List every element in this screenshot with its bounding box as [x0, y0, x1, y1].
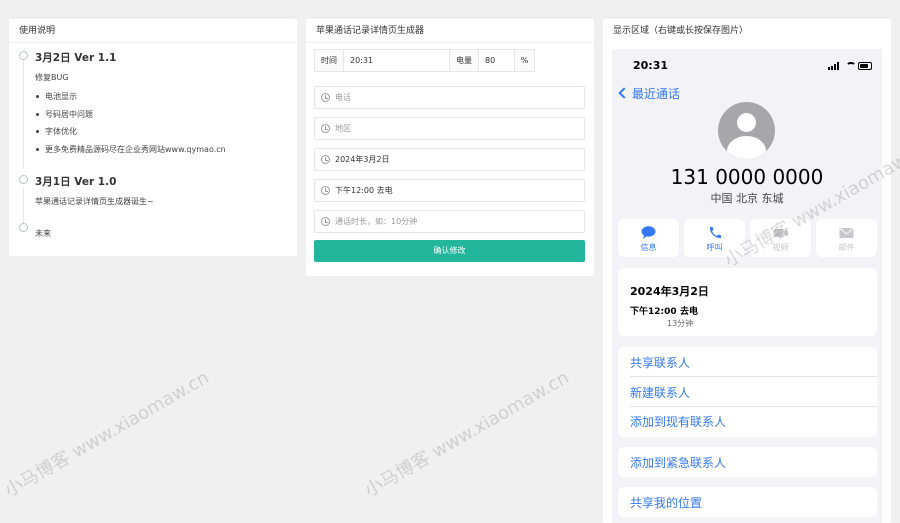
back-label: 最近通话 [632, 87, 681, 101]
timeline-note: 苹果通话记录详情页生成器诞生~ [35, 197, 154, 206]
phone-input[interactable]: 电话 [314, 86, 585, 109]
back-button[interactable]: 最近通话 [618, 86, 681, 102]
call-direction: 去电 [680, 307, 699, 317]
call-duration: 13分钟 [667, 319, 694, 328]
preview-panel-title: 显示区域（右键或长按保存图片） [613, 26, 749, 36]
share-contact-link[interactable]: 共享联系人 [630, 354, 690, 371]
call-time: 下午12:00 [630, 307, 677, 317]
divider [630, 376, 877, 377]
phone-placeholder: 电话 [335, 93, 351, 102]
clock-icon [321, 186, 330, 195]
list-item: 号码居中问题 [35, 106, 287, 124]
generator-panel-title: 苹果通话记录详情页生成器 [306, 19, 594, 43]
signal-bar [831, 66, 833, 70]
new-contact-link[interactable]: 新建联系人 [630, 384, 690, 401]
call-date: 2024年3月2日 [630, 285, 709, 298]
preview-panel: 显示区域（右键或长按保存图片） 20:31 最近通话 131 0000 0000… [603, 19, 891, 523]
share-location-link[interactable]: 共享我的位置 [630, 494, 702, 511]
emergency-card: 添加到紧急联系人 [618, 447, 877, 477]
clock-icon [321, 93, 330, 102]
list-item: 字体优化 [35, 123, 287, 141]
call-button[interactable]: 呼叫 [684, 219, 745, 257]
confirm-button[interactable]: 确认修改 [314, 240, 585, 262]
message-button[interactable]: 信息 [618, 219, 679, 257]
message-icon [641, 226, 656, 239]
status-icons [828, 62, 874, 70]
timeline-entry-2: 3月1日 Ver 1.0 苹果通话记录详情页生成器诞生~ [9, 167, 297, 207]
battery-fill [860, 64, 868, 68]
battery-icon [858, 62, 872, 70]
timeline-note: 修复BUG [35, 73, 69, 82]
changelog-list: 电池显示 号码居中问题 字体优化 更多免费精品源码尽在企业秀网站www.qyma… [35, 88, 287, 158]
add-emergency-contact-link[interactable]: 添加到紧急联系人 [630, 454, 726, 471]
watermark: 小马博客 www.xiaomaw.cn [1, 367, 213, 502]
battery-input[interactable]: 80 [478, 49, 515, 72]
battery-unit: % [514, 49, 535, 72]
date-input[interactable]: 2024年3月2日 [314, 148, 585, 171]
avatar-head [737, 113, 756, 132]
action-buttons: 信息 呼叫 视频 邮件 [618, 219, 877, 259]
usage-panel-title: 使用说明 [9, 19, 297, 43]
timeline-dot [19, 223, 28, 232]
avatar-body [727, 136, 766, 159]
clock-icon [321, 155, 330, 164]
timeline-entry-1: 3月2日 Ver 1.1 修复BUG 电池显示 号码居中问题 字体优化 更多免费… [9, 43, 297, 158]
signal-icon [828, 67, 830, 70]
phone-number: 131 0000 0000 [670, 165, 824, 189]
contact-actions-card: 共享联系人 新建联系人 添加到现有联系人 [618, 347, 877, 437]
video-icon [773, 229, 788, 237]
location-card: 共享我的位置 [618, 487, 877, 517]
timeline-note: 未来 [35, 229, 51, 238]
region-input[interactable]: 地区 [314, 117, 585, 140]
clock-icon [321, 217, 330, 226]
duration-input[interactable]: 通话时长，如：10分钟 [314, 210, 585, 233]
video-button[interactable]: 视频 [750, 219, 811, 257]
timeline-heading: 3月1日 Ver 1.0 [35, 176, 117, 188]
divider [630, 406, 877, 407]
video-label: 视频 [772, 243, 789, 252]
watermark: 小马博客 www.xiaomaw.cn [361, 367, 573, 502]
call-label: 呼叫 [706, 243, 723, 252]
time-input[interactable]: 20:31 [343, 49, 450, 72]
timeline-heading: 3月2日 Ver 1.1 [35, 52, 117, 64]
wifi-icon [846, 62, 856, 70]
clock-icon [321, 124, 330, 133]
call-time-value: 下午12:00 去电 [335, 186, 393, 195]
avatar [718, 102, 775, 159]
list-item: 电池显示 [35, 88, 287, 106]
chevron-left-icon [618, 87, 630, 99]
signal-bar [837, 62, 839, 70]
message-label: 信息 [640, 243, 657, 252]
list-item: 更多免费精品源码尽在企业秀网站www.qymao.cn [35, 141, 287, 159]
battery-label: 电量 [449, 49, 479, 72]
signal-bar [834, 64, 836, 70]
call-time-input[interactable]: 下午12:00 去电 [314, 179, 585, 202]
usage-panel: 使用说明 3月2日 Ver 1.1 修复BUG 电池显示 号码居中问题 字体优化… [9, 19, 297, 256]
generator-panel: 苹果通话记录详情页生成器 时间 20:31 电量 80 % 电话 地区 2024… [306, 19, 594, 276]
add-existing-contact-link[interactable]: 添加到现有联系人 [630, 413, 726, 430]
mail-button[interactable]: 邮件 [816, 219, 877, 257]
mail-label: 邮件 [838, 243, 855, 252]
timeline-entry-3: 未来 [9, 217, 297, 243]
call-detail-card: 2024年3月2日 下午12:00 去电 13分钟 [618, 268, 877, 336]
time-label: 时间 [314, 49, 344, 72]
duration-placeholder: 通话时长，如：10分钟 [335, 217, 418, 226]
phone-preview[interactable]: 20:31 最近通话 131 0000 0000 中国 北京 东城 信息 呼叫 … [612, 49, 882, 523]
phone-icon [709, 227, 721, 239]
timeline-dot [19, 175, 28, 184]
timeline-dot [19, 51, 28, 60]
status-time: 20:31 [633, 59, 669, 72]
date-value: 2024年3月2日 [335, 155, 390, 164]
mail-icon [839, 228, 854, 238]
region-placeholder: 地区 [335, 124, 351, 133]
phone-region: 中国 北京 东城 [710, 192, 784, 205]
